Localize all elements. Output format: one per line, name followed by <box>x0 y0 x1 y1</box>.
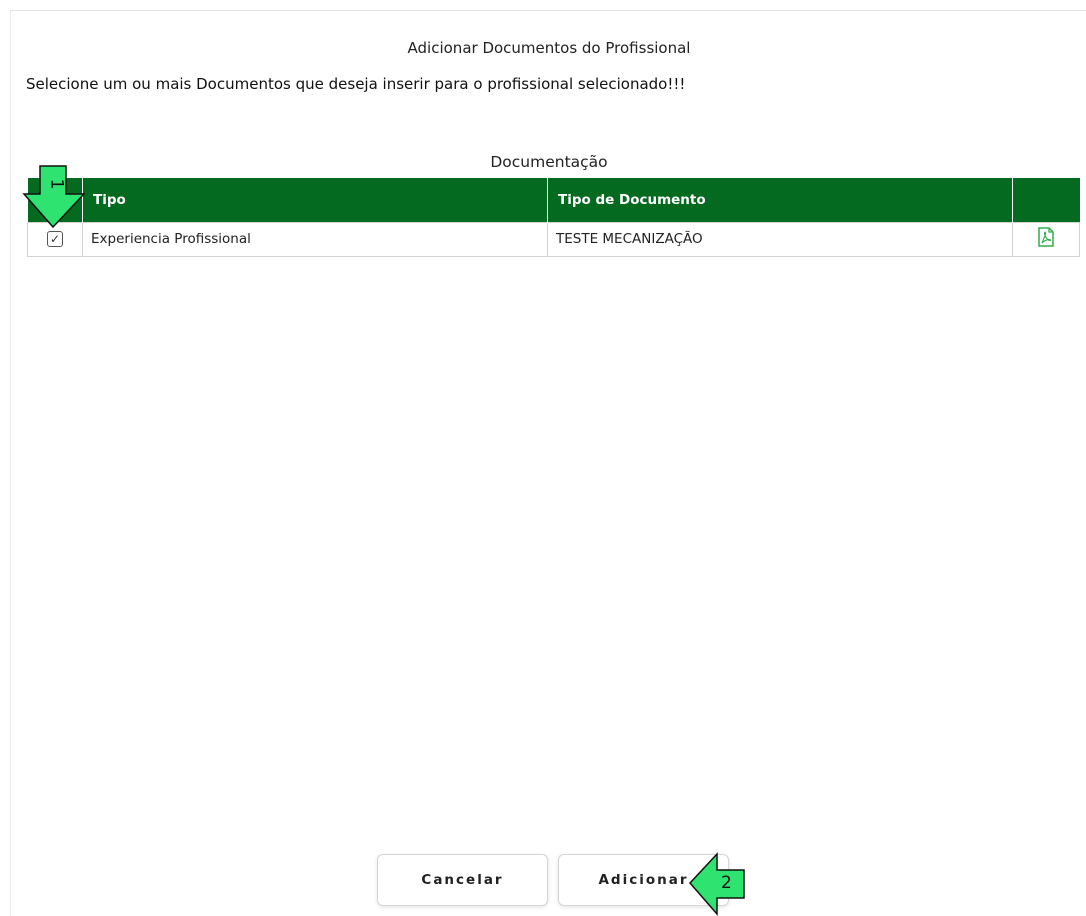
table-row[interactable]: ✓ Experiencia Profissional TESTE MECANIZ… <box>27 221 1080 257</box>
down-arrow-icon <box>22 165 86 229</box>
pdf-icon[interactable] <box>1037 227 1055 251</box>
cell-tipo-documento: TESTE MECANIZAÇÃO <box>547 221 1013 257</box>
add-documents-dialog: Adicionar Documentos do Profissional Sel… <box>10 10 1086 916</box>
documents-table: Tipo Tipo de Documento ✓ Experiencia Pro… <box>27 178 1080 257</box>
cancel-button[interactable]: Cancelar <box>377 854 548 906</box>
instruction-text: Selecione um ou mais Documentos que dese… <box>26 75 686 93</box>
callout-number-2: 2 <box>721 873 732 893</box>
header-actions <box>1012 178 1080 222</box>
header-tipo-documento: Tipo de Documento <box>547 178 1013 222</box>
left-arrow-icon <box>688 852 745 916</box>
row-checkbox[interactable]: ✓ <box>47 231 63 247</box>
cell-tipo: Experiencia Profissional <box>82 221 548 257</box>
section-title: Documentação <box>490 153 608 171</box>
dialog-title: Adicionar Documentos do Profissional <box>407 39 691 57</box>
callout-arrow-2: 2 <box>688 852 746 916</box>
actions-cell <box>1012 221 1080 257</box>
header-tipo: Tipo <box>82 178 548 222</box>
callout-arrow-1: 1 <box>22 165 86 229</box>
table-header-row: Tipo Tipo de Documento <box>27 178 1080 222</box>
callout-number-1: 1 <box>46 178 67 190</box>
